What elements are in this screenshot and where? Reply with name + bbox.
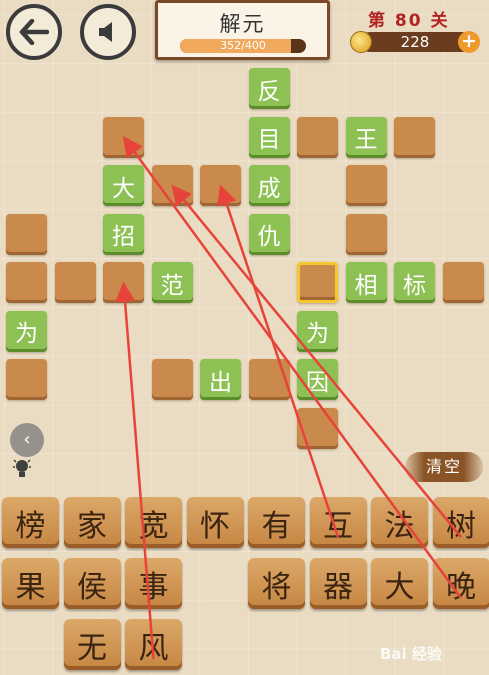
coin-icon — [350, 31, 372, 53]
speaker-icon — [99, 22, 112, 42]
clear-button[interactable]: 清空 — [405, 452, 483, 482]
board-cell-filled[interactable]: 大 — [103, 165, 144, 206]
board-cell-empty[interactable] — [54, 262, 96, 303]
board-cell-empty[interactable] — [394, 116, 435, 158]
answer-tile[interactable]: 大 — [371, 558, 428, 609]
board-cell-empty[interactable] — [345, 165, 387, 206]
progress-bar: 352/400 — [180, 39, 306, 53]
board-cell-empty[interactable] — [151, 165, 193, 206]
board-cell-filled[interactable]: 目 — [248, 116, 290, 158]
board-cell-filled[interactable]: 王 — [345, 116, 387, 158]
answer-tile[interactable]: 风 — [125, 619, 182, 670]
board-cell-filled[interactable]: 反 — [248, 68, 290, 109]
board-cell-empty[interactable] — [345, 213, 387, 255]
board-cell-filled[interactable]: 相 — [345, 262, 387, 303]
lightbulb-icon[interactable] — [12, 458, 32, 480]
board-cell-empty[interactable] — [297, 262, 338, 303]
answer-tile[interactable]: 互 — [309, 497, 367, 548]
answer-tile[interactable]: 果 — [2, 558, 59, 609]
board-cell-filled[interactable]: 招 — [103, 213, 144, 255]
board-cell-empty[interactable] — [248, 359, 290, 400]
board-cell-filled[interactable]: 成 — [248, 165, 290, 206]
back-button[interactable] — [6, 4, 62, 60]
board-cell-empty[interactable] — [6, 262, 47, 303]
sound-button[interactable] — [80, 4, 136, 60]
board-cell-empty[interactable] — [151, 359, 193, 400]
board-cell-filled[interactable]: 因 — [297, 359, 338, 400]
board-cell-empty[interactable] — [6, 359, 47, 400]
board-cell-empty[interactable] — [103, 116, 144, 158]
watermark: Bai 经验 — [380, 645, 442, 663]
answer-tile[interactable]: 将 — [248, 558, 305, 609]
level-indicator: 第 80 关 — [368, 11, 450, 31]
answer-tile[interactable]: 榜 — [2, 497, 59, 548]
answer-tile[interactable]: 侯 — [63, 558, 121, 609]
rank-title: 解元 — [219, 12, 266, 36]
board-cell-empty[interactable] — [297, 116, 338, 158]
board-cell-filled[interactable]: 出 — [200, 359, 241, 400]
answer-tile[interactable]: 家 — [63, 497, 121, 548]
board-cell-filled[interactable]: 标 — [394, 262, 435, 303]
answer-tile[interactable]: 无 — [63, 619, 121, 670]
board-cell-empty[interactable] — [200, 165, 241, 206]
answer-tile[interactable]: 晚 — [432, 558, 489, 609]
add-coins-button[interactable]: + — [458, 31, 480, 53]
board-cell-filled[interactable]: 为 — [297, 310, 338, 352]
board-cell-empty[interactable] — [442, 262, 484, 303]
side-panel-toggle[interactable]: ‹ — [10, 423, 44, 457]
board-cell-empty[interactable] — [6, 213, 47, 255]
arrow-left-icon — [19, 19, 49, 45]
answer-tile[interactable]: 怀 — [186, 497, 244, 548]
coin-counter: 228 + — [350, 30, 480, 54]
answer-tile[interactable]: 器 — [309, 558, 367, 609]
answer-tile[interactable]: 有 — [248, 497, 305, 548]
board-cell-filled[interactable]: 仇 — [248, 213, 290, 255]
board-cell-filled[interactable]: 范 — [151, 262, 193, 303]
answer-tile[interactable]: 树 — [432, 497, 489, 548]
answer-tile[interactable]: 法 — [371, 497, 428, 548]
board-cell-filled[interactable]: 为 — [6, 310, 47, 352]
board-cell-empty[interactable] — [103, 262, 144, 303]
coin-count: 228 — [400, 33, 430, 51]
level-title-plate: 解元 352/400 — [155, 0, 330, 60]
progress-text: 352/400 — [220, 39, 266, 52]
board-cell-empty[interactable] — [297, 407, 338, 449]
answer-tile[interactable]: 事 — [125, 558, 182, 609]
answer-tile[interactable]: 宽 — [125, 497, 182, 548]
